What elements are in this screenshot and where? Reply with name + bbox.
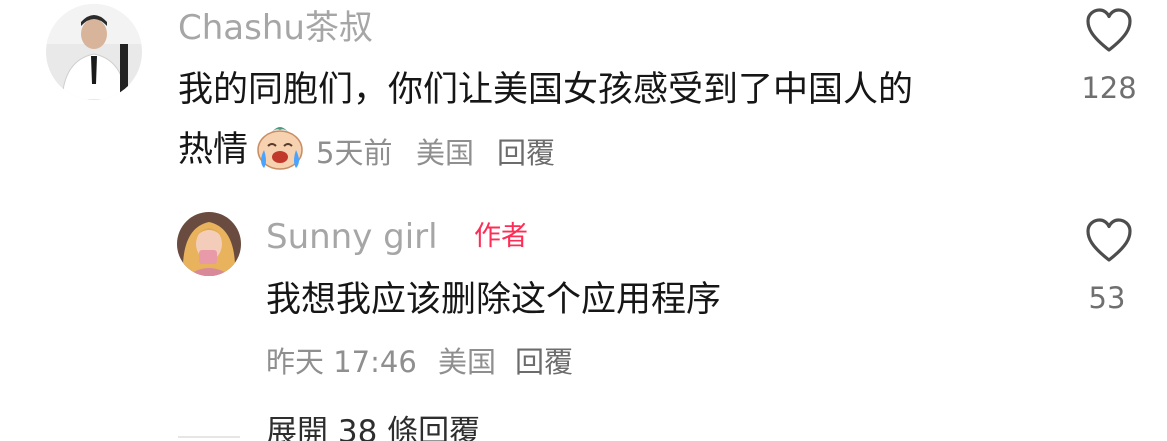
reply-reply-button[interactable]: 回覆 xyxy=(515,344,573,380)
crying-laughing-emoji-icon xyxy=(254,122,306,172)
expand-replies-button[interactable]: 展開 38 條回覆 xyxy=(266,412,480,441)
comment-text-line1: 我的同胞们，你们让美国女孩感受到了中国人的 xyxy=(178,70,914,110)
author-badge: 作者 xyxy=(474,221,528,252)
comment-time: 5天前 xyxy=(316,136,393,170)
comment-thread: Chashu茶叔 我的同胞们，你们让美国女孩感受到了中国人的 热情 5天前 美国… xyxy=(0,0,1167,441)
comment-username[interactable]: Chashu茶叔 xyxy=(178,8,373,48)
comment-reply-button[interactable]: 回覆 xyxy=(497,135,555,171)
avatar-chashu[interactable] xyxy=(46,4,142,100)
avatar-sunny-girl[interactable] xyxy=(177,212,241,276)
expand-divider xyxy=(178,436,240,438)
comment-heart-icon[interactable] xyxy=(1085,8,1133,54)
comment-like-count: 128 xyxy=(1081,71,1137,105)
reply-like-count: 53 xyxy=(1088,281,1126,315)
comment-text-line2: 热情 xyxy=(178,130,249,170)
reply-heart-icon[interactable] xyxy=(1085,218,1133,264)
comment-location: 美国 xyxy=(416,136,475,170)
reply-location: 美国 xyxy=(438,345,497,379)
reply-time: 昨天 17:46 xyxy=(266,345,417,379)
reply-username[interactable]: Sunny girl xyxy=(266,216,438,258)
reply-text: 我想我应该删除这个应用程序 xyxy=(266,280,722,320)
